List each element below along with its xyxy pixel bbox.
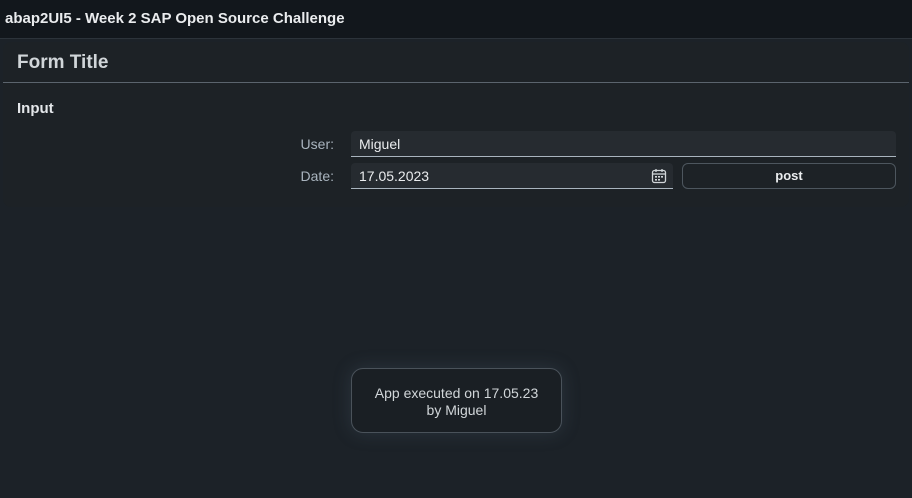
date-input-value: 17.05.2023: [359, 168, 430, 184]
toast-line-1: App executed on 17.05.23: [374, 385, 539, 401]
toast-line-2: by Miguel: [426, 402, 487, 418]
post-button[interactable]: post: [682, 163, 896, 189]
section-title-input: Input: [17, 100, 54, 117]
user-label: User:: [300, 136, 334, 152]
user-input-value: Miguel: [359, 136, 401, 152]
app-title: abap2UI5 - Week 2 SAP Open Source Challe…: [5, 10, 345, 27]
date-label: Date:: [300, 168, 334, 184]
shell-header: abap2UI5 - Week 2 SAP Open Source Challe…: [0, 0, 912, 39]
form-title: Form Title: [17, 52, 109, 73]
form-divider: [3, 82, 909, 83]
toast-message: App executed on 17.05.23 by Miguel: [351, 368, 562, 433]
form-panel: Form Title Input User: Miguel Date: 17.0…: [3, 42, 909, 207]
date-picker[interactable]: 17.05.2023: [351, 163, 673, 189]
calendar-icon[interactable]: [651, 168, 667, 184]
user-input[interactable]: Miguel: [351, 131, 896, 157]
